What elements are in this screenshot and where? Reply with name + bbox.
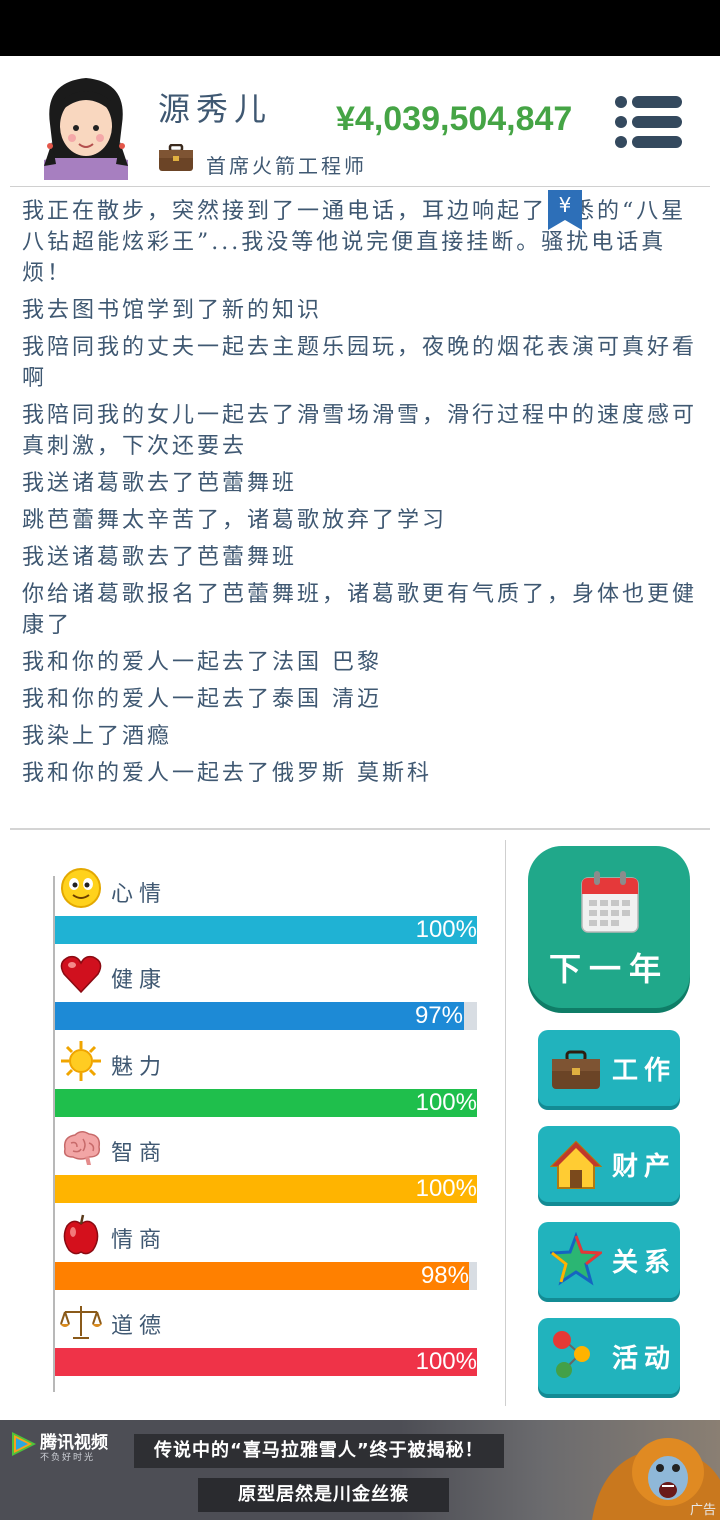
stat-bar-track: 100%: [55, 1089, 477, 1117]
stat-label: 心情: [111, 882, 168, 907]
smiley-icon: [61, 868, 101, 908]
sun-icon: [61, 1041, 101, 1081]
yen-marker-text: ¥: [559, 193, 572, 217]
ad-banner[interactable]: 腾讯视频 不负好时光 传说中的“喜马拉雅雪人”终于被揭秘！ 原型居然是川金丝猴 …: [0, 1420, 720, 1520]
work-button[interactable]: 工作: [538, 1030, 680, 1106]
event-log[interactable]: 我正在散步，突然接到了一通电话，耳边响起了熟悉的“八星八钻超能炫彩王”...我没…: [22, 196, 698, 795]
stat-value: 100%: [415, 1089, 477, 1116]
log-entry: 我陪同我的丈夫一起去主题乐园玩，夜晚的烟花表演可真好看啊: [22, 335, 698, 391]
log-entry: 我送诸葛歌去了芭蕾舞班: [22, 545, 298, 570]
stat-bar-track: 98%: [55, 1262, 477, 1290]
stat-bar-fill: [55, 1348, 477, 1376]
log-entry: 我和你的爱人一起去了泰国 清迈: [22, 687, 382, 712]
relations-button[interactable]: 关系: [538, 1222, 680, 1298]
avatar[interactable]: [30, 68, 142, 180]
stat-label: 智商: [111, 1141, 168, 1166]
next-year-button[interactable]: 下一年: [528, 846, 690, 1008]
log-entry: 我和你的爱人一起去了俄罗斯 莫斯科: [22, 761, 432, 786]
stat-value: 98%: [420, 1262, 469, 1289]
assets-label: 财产: [612, 1152, 677, 1182]
scales-icon: [60, 1306, 102, 1339]
activities-label: 活动: [612, 1344, 677, 1374]
brain-icon: [63, 1131, 101, 1165]
log-entry: 我染上了酒瘾: [22, 724, 173, 749]
status-bar: [0, 0, 720, 56]
work-label: 工作: [612, 1056, 677, 1086]
apple-icon: [63, 1214, 99, 1255]
header-divider: [10, 186, 710, 187]
stat-value: 100%: [415, 1175, 477, 1202]
stat-bar-track: 100%: [55, 1348, 477, 1376]
activities-button[interactable]: 活动: [538, 1318, 680, 1394]
calendar-icon: [581, 871, 639, 933]
vertical-divider: [505, 840, 506, 1406]
job-title: 首席火箭工程师: [206, 154, 367, 178]
relations-label: 关系: [612, 1248, 677, 1278]
stat-bar-fill: [55, 1089, 477, 1117]
next-year-label: 下一年: [548, 950, 669, 988]
money-change-marker: ¥: [548, 190, 582, 230]
menu-icon[interactable]: [612, 94, 684, 150]
stat-bar-fill: [55, 1002, 465, 1030]
stat-label: 道德: [111, 1314, 168, 1339]
ad-slogan: 不负好时光: [40, 1453, 96, 1463]
log-entry: 你给诸葛歌报名了芭蕾舞班，诸葛歌更有气质了，身体也更健康了: [22, 582, 698, 638]
stat-label: 健康: [111, 968, 168, 993]
stat-label: 情商: [111, 1228, 168, 1253]
money-balance: ¥4,039,504,847: [336, 100, 573, 138]
stat-bar-track: 97%: [55, 1002, 477, 1030]
heart-icon: [60, 955, 102, 994]
player-name: 源秀儿: [158, 90, 273, 128]
log-entry: 我去图书馆学到了新的知识: [22, 298, 323, 323]
stat-value: 100%: [415, 1348, 477, 1375]
log-entry: 我陪同我的女儿一起去了滑雪场滑雪，滑行过程中的速度感可真刺激，下次还要去: [22, 403, 698, 459]
stat-bar-fill: [55, 1262, 469, 1290]
stat-value: 100%: [415, 916, 477, 943]
log-entry: 我送诸葛歌去了芭蕾舞班: [22, 471, 298, 496]
section-divider: [10, 828, 710, 830]
stat-value: 97%: [414, 1002, 463, 1029]
activities-icon: [553, 1331, 590, 1378]
stat-bar-track: 100%: [55, 1175, 477, 1203]
house-icon: [550, 1140, 602, 1189]
profile-header: 源秀儿 首席火箭工程师 ¥4,039,504,847: [0, 56, 720, 188]
log-entry: 我正在散步，突然接到了一通电话，耳边响起了熟悉的“八星八钻超能炫彩王”...我没…: [22, 199, 687, 286]
briefcase-icon: [552, 1050, 600, 1089]
stat-bar-track: 100%: [55, 916, 477, 944]
stat-label: 魅力: [111, 1055, 168, 1080]
briefcase-icon: [159, 144, 193, 171]
stats-axis: [53, 876, 55, 1392]
ad-headline: 传说中的“喜马拉雅雪人”终于被揭秘！: [134, 1434, 504, 1468]
log-entry: 跳芭蕾舞太辛苦了，诸葛歌放弃了学习: [22, 508, 448, 533]
log-entry: 我和你的爱人一起去了法国 巴黎: [22, 650, 382, 675]
ad-subheadline: 原型居然是川金丝猴: [198, 1478, 449, 1512]
stat-bar-fill: [55, 1175, 477, 1203]
assets-button[interactable]: 财产: [538, 1126, 680, 1202]
ad-label: 广告: [689, 1503, 716, 1518]
stat-bar-fill: [55, 916, 477, 944]
star-icon: [550, 1232, 602, 1286]
